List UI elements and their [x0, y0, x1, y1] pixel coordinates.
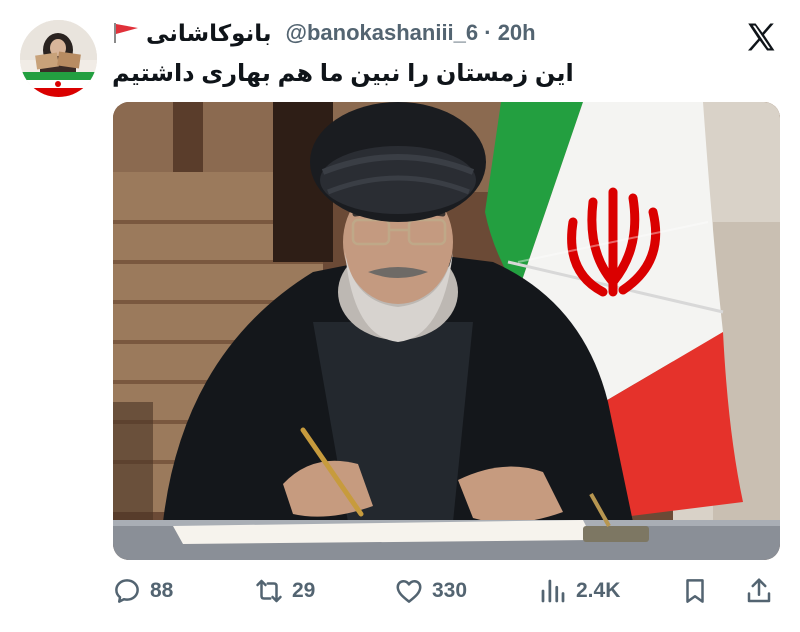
reply-icon	[115, 579, 139, 603]
tweet-media[interactable]	[113, 102, 780, 560]
bookmark-icon	[686, 579, 704, 603]
reply-button[interactable]: 88	[112, 576, 173, 606]
tweet-card[interactable]: بانوکاشانی @banokashaniii_6 · 20h این زم…	[0, 0, 800, 632]
reply-count: 88	[150, 579, 174, 602]
retweet-button[interactable]: 29	[254, 576, 315, 606]
retweet-count: 29	[292, 579, 316, 602]
share-icon	[747, 578, 771, 603]
author-handle-time[interactable]: @banokashaniii_6 · 20h	[286, 20, 536, 46]
avatar[interactable]	[20, 20, 97, 97]
tweet-text-content: این زمستان را نبین ما هم بهاری داشتیم	[112, 60, 574, 87]
views-button[interactable]: 2.4K	[538, 576, 620, 606]
tweet-header: بانوکاشانی @banokashaniii_6 · 20h	[112, 18, 592, 48]
like-count: 330	[432, 579, 468, 602]
views-chart-icon	[541, 579, 565, 603]
heart-icon	[396, 580, 422, 603]
x-logo-icon[interactable]	[744, 20, 778, 54]
tweet-action-bar: 88 29 330 2.4K	[112, 568, 780, 614]
views-count: 2.4K	[576, 579, 621, 602]
photo-cleric-signing-with-iran-flag	[113, 102, 780, 560]
like-button[interactable]: 330	[394, 576, 467, 606]
bookmark-button[interactable]	[680, 576, 710, 606]
author-display-name[interactable]: بانوکاشانی	[146, 20, 272, 47]
iran-flag-emoji-icon	[114, 23, 138, 43]
retweet-icon	[256, 579, 282, 603]
avatar-image	[20, 20, 97, 97]
share-button[interactable]	[744, 576, 774, 606]
tweet-text: این زمستان را نبین ما هم بهاری داشتیم	[112, 56, 780, 92]
